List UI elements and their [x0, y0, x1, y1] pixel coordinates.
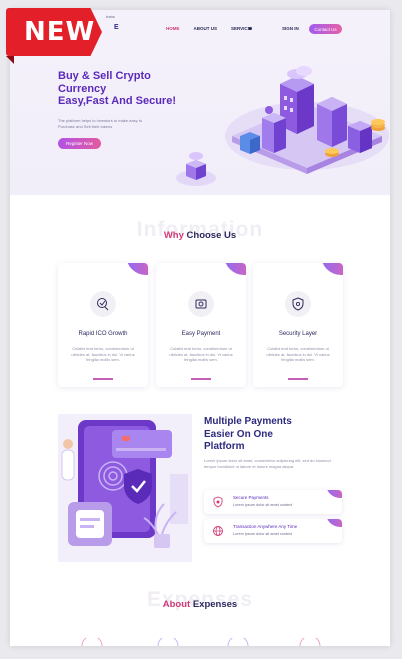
feature-corner-decoration [326, 519, 342, 527]
signin-link[interactable]: SIGN IN [282, 26, 299, 31]
feature-transaction-anywhere[interactable]: Transaction Anywhere Any Time Lorem ipsu… [204, 519, 342, 543]
feature-card[interactable]: Rapid ICO Growth Culatbt erat tortor, co… [58, 263, 148, 387]
secure-shield-icon [213, 496, 223, 508]
feature-card[interactable]: Easy Payment Culatbt erat tortor, condim… [156, 263, 246, 387]
globe-icon [213, 526, 223, 536]
hero-description: The platform helps to investors to make … [58, 118, 143, 129]
payments-title: Multiple Payments Easier On One Platform [204, 416, 354, 454]
card-corner-decoration [126, 263, 148, 275]
main-nav: HOME ABOUT US SERVICE [166, 26, 251, 31]
payments-description: Lorem ipsum dolor sit amet, consectetur … [204, 458, 331, 469]
nav-service[interactable]: SERVICE [231, 26, 251, 31]
feature-subtext: Lorem ipsum dolor sit amet contect [233, 503, 293, 507]
card-title: Security Layer [278, 331, 318, 337]
card-corner-decoration [321, 263, 343, 275]
feature-title: Transaction Anywhere Any Time [233, 524, 298, 529]
feature-title: Secure Payments [233, 495, 269, 500]
nav-home[interactable]: HOME [166, 26, 180, 31]
why-title-rest: Choose Us [186, 230, 237, 241]
payments-title-line: Easier On One [204, 428, 273, 440]
about-section-title: About Expenses [10, 599, 390, 610]
feature-subtext: Lorem ipsum dolor sit amet contect [233, 532, 293, 536]
card-title: Easy Payment [181, 331, 221, 337]
payments-title-line: Multiple Payments [204, 416, 292, 427]
card-title: Rapid ICO Growth [78, 331, 128, 337]
nav-about[interactable]: ABOUT US [194, 26, 218, 31]
feature-card[interactable]: Security Layer Culatbt erat tortor, cond… [253, 263, 343, 387]
card-divider [191, 378, 211, 380]
new-badge: NEW [6, 8, 108, 64]
shield-icon [285, 291, 311, 317]
card-divider [93, 378, 113, 380]
why-title-highlight: Why [163, 230, 184, 241]
register-now-button[interactable]: Register Now [58, 138, 101, 149]
new-badge-ribbon: NEW [6, 8, 102, 56]
card-text: Culatbt erat tortor, condimentum ut ultr… [71, 346, 135, 362]
about-icons-peek [81, 638, 321, 646]
isometric-city-illustration [176, 66, 389, 186]
card-corner-decoration [224, 263, 246, 275]
card-text: Culatbt erat tortor, condimentum ut ultr… [266, 346, 330, 362]
feature-corner-decoration [326, 490, 342, 498]
new-badge-label: NEW [24, 17, 96, 47]
logo-text[interactable]: E [114, 24, 119, 31]
payment-phone-illustration [58, 414, 192, 562]
card-divider [288, 378, 308, 380]
wallet-icon [188, 291, 214, 317]
payments-title-line: Platform [204, 441, 245, 452]
hero-section: Buy & Sell Crypto Currency Easy,Fast And… [10, 50, 390, 195]
about-title-rest: Expenses [192, 599, 238, 610]
about-title-highlight: About [162, 599, 191, 610]
page-frame: trans E HOME ABOUT US SERVICE SIGN IN Co… [10, 10, 390, 646]
contact-us-button[interactable]: Contact Us [309, 24, 342, 34]
coin-growth-icon [90, 291, 116, 317]
why-section-title: Why Choose Us [10, 230, 390, 241]
feature-secure-payments[interactable]: Secure Payments Lorem ipsum dolor sit am… [204, 490, 342, 514]
card-text: Culatbt erat tortor, condimentum ut ultr… [169, 346, 233, 362]
nav-more-dot-icon[interactable] [249, 27, 252, 30]
